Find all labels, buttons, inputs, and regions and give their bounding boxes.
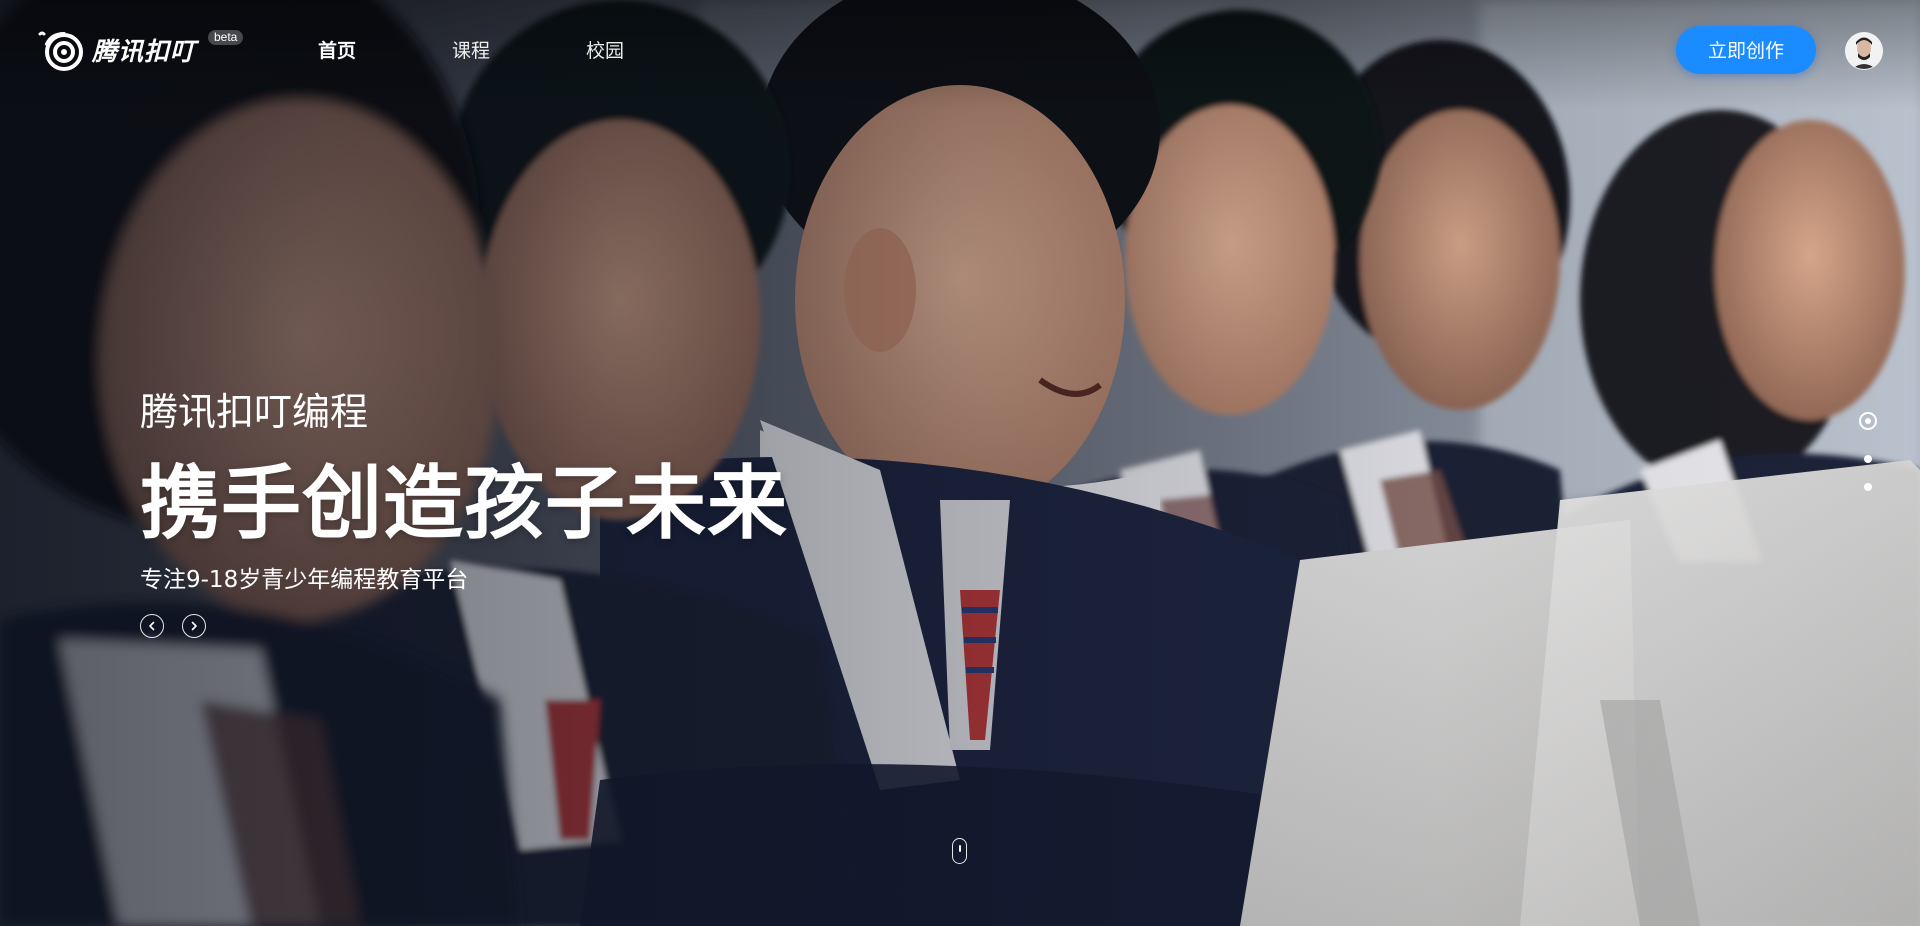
main-nav: 首页 课程 校园	[318, 36, 720, 66]
hero-title: 携手创造孩子未来	[140, 457, 788, 550]
carousel-next-button[interactable]	[182, 614, 206, 638]
hero-text-block: 腾讯扣叮编程 携手创造孩子未来 专注9-18岁青少年编程教育平台	[140, 382, 900, 638]
logo-text: 腾讯扣叮	[92, 37, 197, 66]
pagination-dot-3[interactable]	[1864, 483, 1872, 491]
chevron-left-icon	[149, 621, 155, 631]
site-logo[interactable]: 腾讯扣叮	[38, 28, 196, 72]
pagination-dot-2[interactable]	[1864, 455, 1872, 463]
carousel-arrows	[140, 614, 900, 638]
coding-logo-icon	[38, 31, 83, 71]
mouse-wheel	[958, 845, 961, 852]
carousel-pagination	[1856, 412, 1880, 496]
nav-item-home[interactable]: 首页	[318, 36, 356, 66]
pagination-dot-1[interactable]	[1859, 412, 1877, 430]
chevron-right-icon	[191, 621, 197, 631]
nav-item-campus[interactable]: 校园	[586, 36, 624, 66]
site-header: 腾讯扣叮 beta 首页 课程 校园 立即创作	[0, 0, 1920, 100]
create-now-button[interactable]: 立即创作	[1676, 26, 1816, 74]
beta-badge: beta	[208, 30, 244, 45]
mouse-scroll-icon[interactable]	[952, 838, 967, 864]
carousel-prev-button[interactable]	[140, 614, 164, 638]
nav-item-courses[interactable]: 课程	[452, 36, 490, 66]
hero-subtitle: 腾讯扣叮编程	[140, 390, 369, 434]
user-avatar-icon	[1846, 33, 1882, 69]
user-avatar[interactable]	[1845, 32, 1883, 70]
hero-tagline: 专注9-18岁青少年编程教育平台	[140, 567, 469, 593]
